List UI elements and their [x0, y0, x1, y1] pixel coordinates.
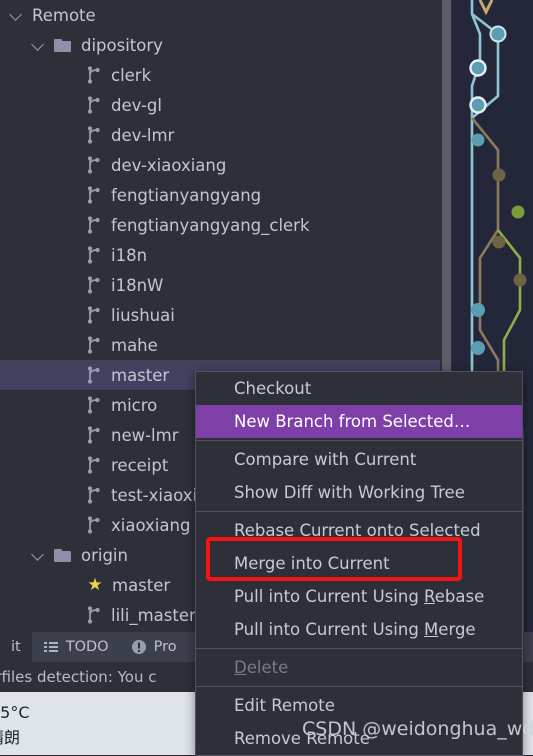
menu-item-compare-with-current[interactable]: Compare with Current [196, 443, 522, 476]
branch-label: i18nW [111, 275, 164, 295]
git-branch-icon [86, 215, 102, 235]
branch-item-mahe[interactable]: mahe [0, 330, 440, 360]
menu-separator [196, 648, 522, 649]
branch-label: fengtianyangyang [111, 185, 262, 205]
branch-item-dev-gl[interactable]: dev-gl [0, 90, 440, 120]
git-branch-icon [86, 155, 102, 175]
folder-icon [54, 548, 72, 563]
branch-label: i18n [111, 245, 148, 265]
git-branch-icon [86, 125, 102, 145]
menu-separator [196, 686, 522, 687]
menu-item-label: Merge into Current [234, 554, 390, 573]
branch-label: dev-lmr [111, 125, 175, 145]
menu-item-pull-into-current-using-merge[interactable]: Pull into Current Using Merge [196, 613, 522, 646]
tab-label-git: it [11, 639, 21, 655]
branch-label: dev-xiaoxiang [111, 155, 227, 175]
git-branch-icon [86, 395, 102, 415]
weather-temperature: 35°C [0, 703, 30, 722]
git-branch-icon [86, 245, 102, 265]
menu-item-pull-into-current-using-rebase[interactable]: Pull into Current Using Rebase [196, 580, 522, 613]
menu-separator [196, 440, 522, 441]
tree-group-label: dipository [81, 35, 163, 55]
git-branch-icon [86, 485, 102, 505]
branch-item-i18n[interactable]: i18n [0, 240, 440, 270]
git-branch-icon [86, 335, 102, 355]
git-branch-icon [86, 515, 102, 535]
tool-window-tab-git[interactable]: it [0, 632, 32, 662]
branch-label: dev-gl [111, 95, 162, 115]
git-branch-icon [86, 65, 102, 85]
branch-label: new-lmr [111, 425, 179, 445]
git-branch-icon [86, 425, 102, 445]
menu-item-label: Rebase Current onto Selected [234, 521, 481, 540]
tree-group-label: origin [81, 545, 128, 565]
warning-icon [131, 639, 147, 655]
branch-item-clerk[interactable]: clerk [0, 60, 440, 90]
menu-item-delete: Delete [196, 651, 522, 684]
menu-item-label: Show Diff with Working Tree [234, 483, 465, 502]
menu-item-rebase-current-onto-selected[interactable]: Rebase Current onto Selected [196, 514, 522, 547]
menu-item-new-branch-from-selected[interactable]: New Branch from Selected… [196, 405, 522, 438]
chevron-down-icon[interactable] [30, 546, 48, 564]
branch-item-liushuai[interactable]: liushuai [0, 300, 440, 330]
folder-icon [54, 38, 72, 53]
branch-item-fengtianyangyang[interactable]: fengtianyangyang [0, 180, 440, 210]
chevron-down-icon[interactable] [8, 6, 26, 24]
branch-label: mahe [111, 335, 158, 355]
tab-label-todo: TODO [65, 639, 109, 655]
menu-separator [196, 511, 522, 512]
chevron-down-icon[interactable] [30, 36, 48, 54]
notification-text: kerfiles detection: You c [0, 668, 157, 686]
menu-item-label: Pull into Current Using Rebase [234, 587, 485, 606]
branch-context-menu[interactable]: Checkout New Branch from Selected… Compa… [195, 371, 523, 756]
branch-item-i18nw[interactable]: i18nW [0, 270, 440, 300]
star-icon: ★ [87, 575, 103, 595]
git-branch-icon [86, 185, 102, 205]
menu-item-label: Checkout [234, 379, 312, 398]
branch-label: micro [111, 395, 158, 415]
menu-item-label: New Branch from Selected… [234, 412, 471, 431]
branch-label: clerk [111, 65, 152, 85]
menu-item-show-diff-with-working-tree[interactable]: Show Diff with Working Tree [196, 476, 522, 509]
branch-item-dev-xiaoxiang[interactable]: dev-xiaoxiang [0, 150, 440, 180]
branch-label: master [112, 575, 171, 595]
tree-node-label: Remote [32, 5, 96, 25]
menu-item-label: Compare with Current [234, 450, 417, 469]
git-branch-icon [86, 305, 102, 325]
menu-item-merge-into-current[interactable]: Merge into Current [196, 547, 522, 580]
menu-item-label: Delete [234, 658, 289, 677]
git-branch-icon [86, 455, 102, 475]
weather-condition: 晴朗 [0, 728, 21, 747]
watermark-text: CSDN @weidonghua_wdh [302, 718, 533, 740]
branch-label: xiaoxiang [111, 515, 191, 535]
menu-item-checkout[interactable]: Checkout [196, 372, 522, 405]
git-branch-icon [86, 95, 102, 115]
branch-label: master [111, 365, 170, 385]
list-icon [43, 639, 59, 655]
branch-item-fengtianyangyang-clerk[interactable]: fengtianyangyang_clerk [0, 210, 440, 240]
git-branch-icon [86, 605, 102, 625]
branch-label: liushuai [111, 305, 175, 325]
tree-node-remote[interactable]: Remote [0, 0, 440, 30]
branch-label: receipt [111, 455, 169, 475]
branch-label: fengtianyangyang_clerk [111, 215, 310, 235]
menu-item-label: Pull into Current Using Merge [234, 620, 476, 639]
weather-widget[interactable]: 35°C 晴朗 [0, 700, 30, 750]
tree-group-dipository[interactable]: dipository [0, 30, 440, 60]
tool-window-tab-problems[interactable]: Pro [120, 632, 188, 662]
menu-item-label: Edit Remote [234, 696, 335, 715]
branch-label: lili_master [111, 605, 196, 625]
tool-window-tab-todo[interactable]: TODO [32, 632, 120, 662]
git-branch-icon [86, 275, 102, 295]
git-branch-icon [86, 365, 102, 385]
branch-item-dev-lmr[interactable]: dev-lmr [0, 120, 440, 150]
tab-label-problems: Pro [153, 639, 177, 655]
